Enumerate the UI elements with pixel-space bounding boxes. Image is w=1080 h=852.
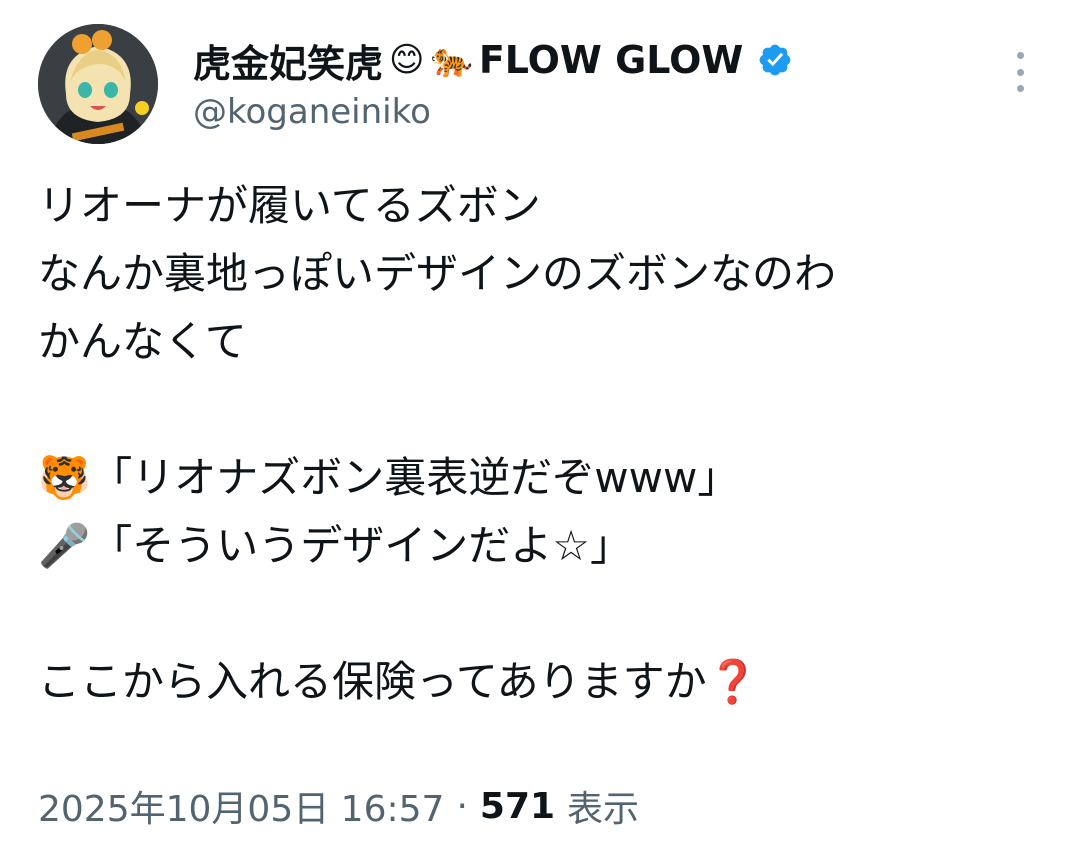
tweet-line: 🐯「リオナズボン裏表逆だぞwww」 <box>38 453 740 502</box>
tweet-text: リオーナが履いてるズボン なんか裏地っぽいデザインのズボンなのわ かんなくて 🐯… <box>38 172 1048 716</box>
views-label: 表示 <box>567 789 640 830</box>
avatar[interactable] <box>38 24 158 144</box>
tweet-line: 🎤「そういうデザインだよ☆」 <box>38 521 632 570</box>
tweet-line: ここから入れる保険ってありますか❓ <box>38 657 759 706</box>
views-count[interactable]: 571 <box>480 786 555 827</box>
tweet-line: かんなくて <box>38 317 247 366</box>
tweet-line: なんか裏地っぽいデザインのズボンなのわ <box>38 249 837 298</box>
display-name-suffix: FLOW GLOW <box>478 38 744 82</box>
more-options-icon[interactable] <box>1002 52 1038 92</box>
meta-separator: · <box>456 785 468 827</box>
more-dot <box>1016 85 1024 92</box>
tweet-meta: 2025年10月05日 16:57 · 571 表示 <box>38 778 639 834</box>
display-name[interactable]: 虎金妃笑虎 😊 🐅 FLOW GLOW <box>193 32 793 88</box>
tiger-emoji: 🐅 <box>430 40 473 80</box>
display-name-text: 虎金妃笑虎 <box>193 41 384 86</box>
tweet-line: リオーナが履いてるズボン <box>38 181 541 230</box>
more-dot <box>1016 68 1024 76</box>
timestamp[interactable]: 2025年10月05日 16:57 <box>38 780 444 832</box>
verified-badge-icon <box>759 44 791 76</box>
user-handle[interactable]: @koganeiniko <box>193 92 431 132</box>
avatar-illustration <box>38 24 158 144</box>
more-dot <box>1016 52 1024 59</box>
smile-emoji: 😊 <box>389 40 425 80</box>
